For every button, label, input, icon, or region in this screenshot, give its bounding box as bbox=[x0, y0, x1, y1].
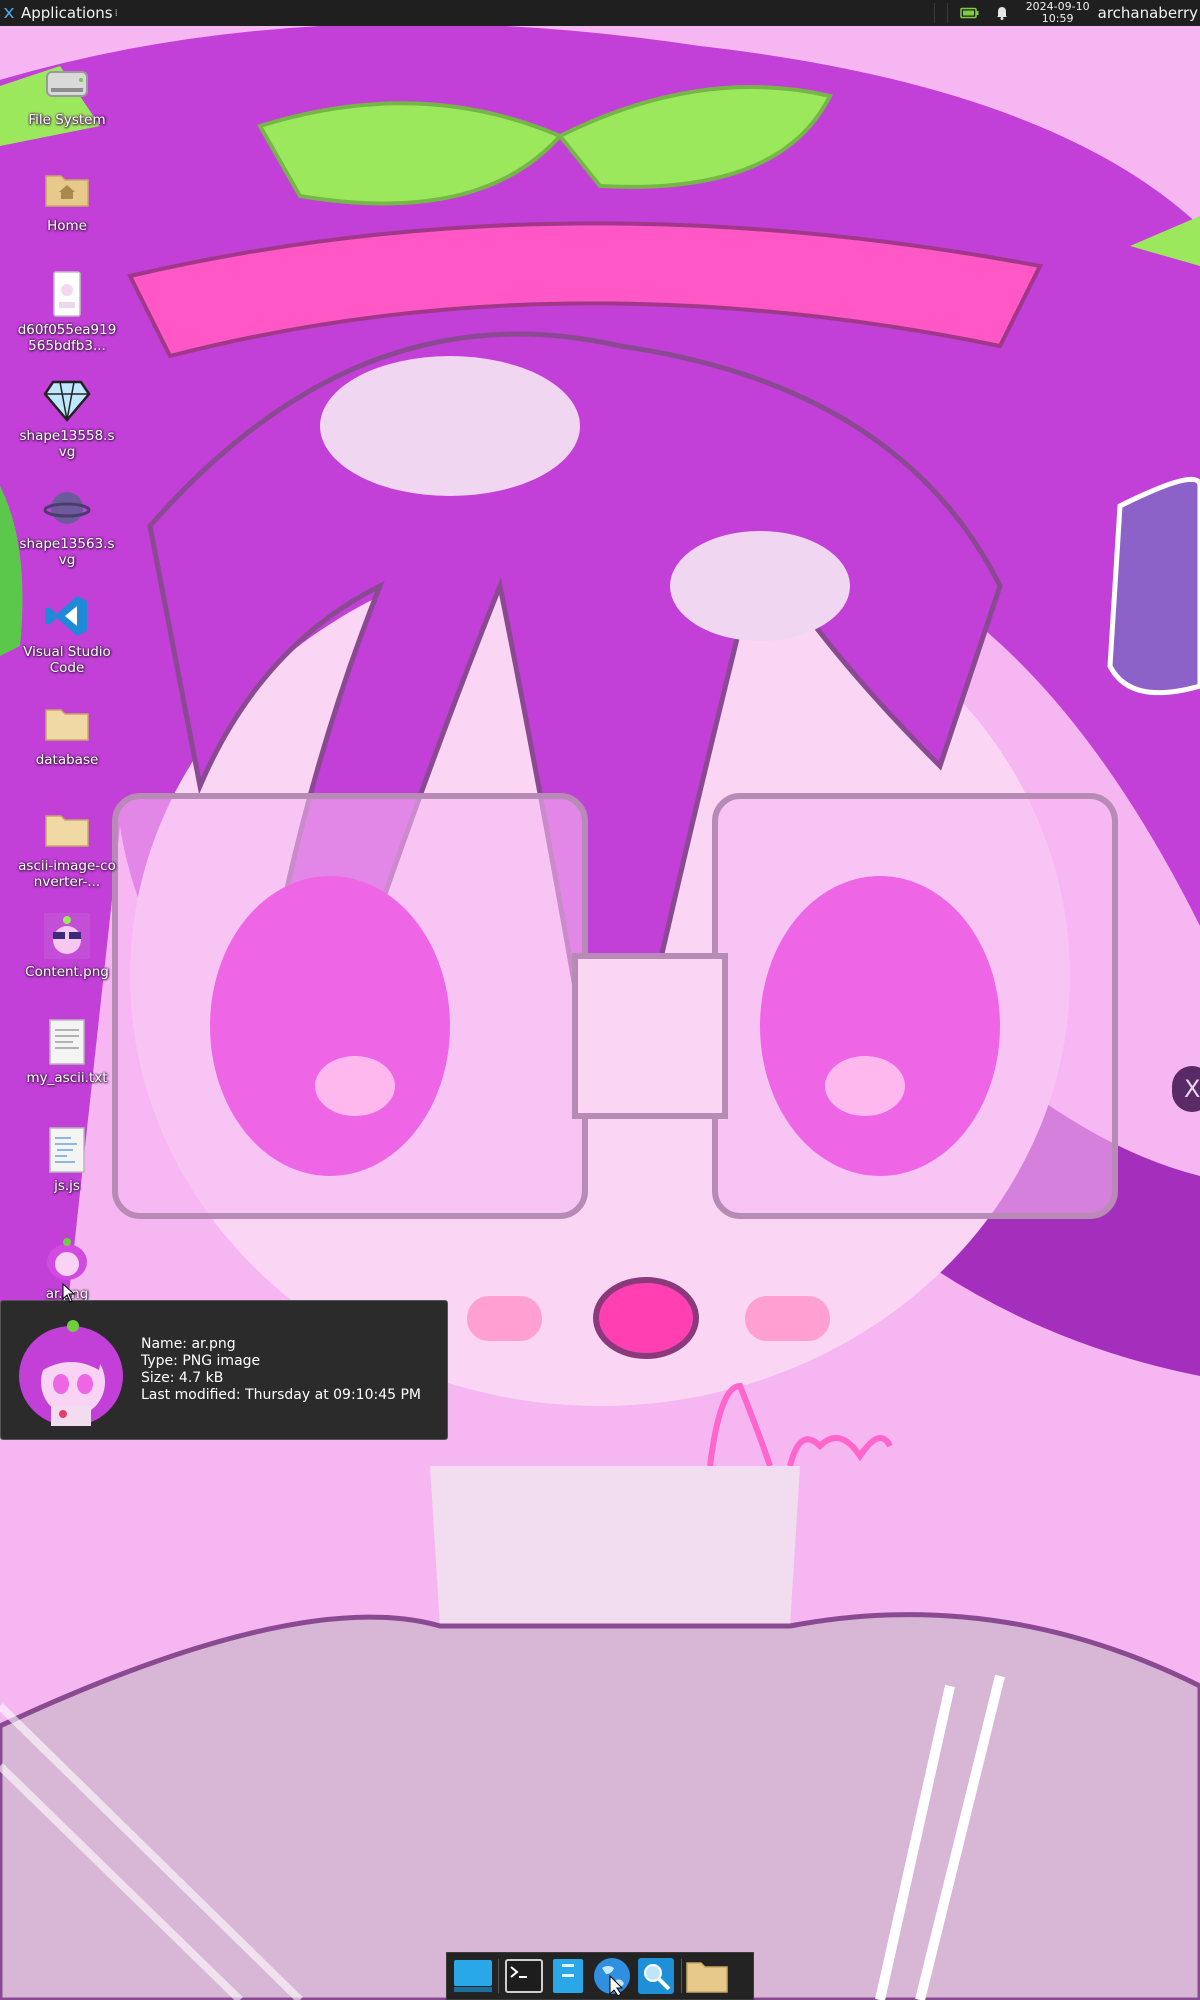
desktop-icon-file-system[interactable]: File System bbox=[16, 60, 118, 128]
drive-icon bbox=[43, 60, 91, 108]
xfce-logo-icon bbox=[4, 8, 14, 18]
folder-icon bbox=[686, 1962, 728, 1993]
script-file-icon bbox=[43, 1126, 91, 1174]
tooltip-size: Size: 4.7 kB bbox=[141, 1370, 224, 1386]
dock-separator bbox=[681, 1959, 682, 1993]
dock-files-folder[interactable] bbox=[685, 1954, 729, 1998]
desktop-wallpaper bbox=[0, 26, 1200, 2000]
text-file-icon bbox=[43, 1018, 91, 1066]
desktop-icon-home[interactable]: Home bbox=[16, 166, 118, 234]
folder-icon bbox=[43, 806, 91, 854]
desktop-icon-label: database bbox=[35, 752, 99, 768]
applications-label: Applications bbox=[21, 4, 113, 22]
desktop-icon-label: js.js bbox=[54, 1178, 80, 1194]
desktop-icon-label: File System bbox=[28, 112, 106, 128]
web-browser-icon bbox=[594, 1958, 630, 1996]
desktop-icon-label: shape13558.svg bbox=[19, 428, 115, 460]
dock-separator bbox=[498, 1959, 499, 1993]
panel-separator bbox=[946, 3, 948, 23]
desktop-icon-ascii-image-converter[interactable]: ascii-image-converter-... bbox=[16, 806, 118, 890]
search-icon bbox=[638, 1958, 674, 1994]
vscode-icon bbox=[43, 592, 91, 640]
dock-panel bbox=[446, 1952, 754, 2000]
desktop-icon-label: Content.png bbox=[25, 964, 109, 980]
clock-time: 10:59 bbox=[1041, 12, 1074, 25]
mouse-pointer-icon bbox=[62, 1283, 76, 1303]
system-tray: 2024-09-10 10:59 archanaberry bbox=[954, 0, 1200, 26]
folder-icon bbox=[43, 700, 91, 748]
desktop-icon-database[interactable]: database bbox=[16, 700, 118, 768]
dock-file-manager[interactable] bbox=[546, 1954, 590, 1998]
applications-menu-button[interactable]: Applications ⁞ bbox=[0, 0, 122, 26]
top-panel: Applications ⁞ 2024-09-10 10:59 archanab… bbox=[0, 0, 1200, 26]
user-menu[interactable]: archanaberry bbox=[1098, 4, 1198, 22]
edge-handle-label: X bbox=[1184, 1075, 1200, 1103]
tooltip-image-preview bbox=[11, 1310, 131, 1430]
dock-terminal[interactable] bbox=[502, 1954, 546, 1998]
panel-separator bbox=[933, 3, 935, 23]
desktop-icon-label: ascii-image-converter-... bbox=[18, 858, 116, 890]
terminal-icon bbox=[505, 1959, 543, 1993]
dock-web-browser[interactable] bbox=[590, 1954, 634, 1998]
notification-bell-icon[interactable] bbox=[992, 5, 1012, 21]
desktop-icon-label: shape13563.svg bbox=[19, 536, 115, 568]
desktop-icon-label: Visual Studio Code bbox=[23, 644, 111, 676]
desktop-icon-content-png[interactable]: Content.png bbox=[16, 912, 118, 980]
desktop-icon-shape13563[interactable]: shape13563.svg bbox=[16, 484, 118, 568]
diamond-svg-icon bbox=[43, 376, 91, 424]
desktop-icon-my-ascii-txt[interactable]: my_ascii.txt bbox=[16, 1018, 118, 1086]
planet-svg-icon bbox=[43, 484, 91, 532]
clock[interactable]: 2024-09-10 10:59 bbox=[1026, 1, 1090, 25]
desktop-icon-shape13558[interactable]: shape13558.svg bbox=[16, 376, 118, 460]
image-thumbnail-icon bbox=[43, 912, 91, 960]
image-file-icon bbox=[43, 270, 91, 318]
tooltip-modified: Last modified: Thursday at 09:10:45 PM bbox=[141, 1387, 421, 1403]
desktop-icon-label: my_ascii.txt bbox=[26, 1070, 108, 1086]
desktop-icon-d60f055ea91[interactable]: d60f055ea919565bdfb3... bbox=[16, 270, 118, 354]
dock-app-finder[interactable] bbox=[634, 1954, 678, 1998]
edge-panel-handle[interactable]: X bbox=[1172, 1066, 1200, 1112]
menu-grip-icon: ⁞ bbox=[114, 7, 118, 19]
show-desktop-icon bbox=[454, 1960, 492, 1992]
desktop-icon-label: Home bbox=[47, 218, 87, 234]
file-tooltip: Name: ar.png Type: PNG image Size: 4.7 k… bbox=[0, 1300, 448, 1440]
tooltip-name: Name: ar.png bbox=[141, 1336, 236, 1352]
tooltip-details: Name: ar.png Type: PNG image Size: 4.7 k… bbox=[141, 1336, 421, 1404]
image-thumbnail-icon bbox=[43, 1234, 91, 1282]
file-manager-icon bbox=[553, 1959, 583, 1993]
desktop-icon-vscode[interactable]: Visual Studio Code bbox=[16, 592, 118, 676]
desktop-icon-label: d60f055ea919565bdfb3... bbox=[17, 322, 117, 354]
desktop-icon-js-js[interactable]: js.js bbox=[16, 1126, 118, 1194]
home-folder-icon bbox=[43, 166, 91, 214]
dock-show-desktop[interactable] bbox=[451, 1954, 495, 1998]
tooltip-type: Type: PNG image bbox=[141, 1353, 261, 1369]
battery-icon[interactable] bbox=[959, 5, 980, 21]
